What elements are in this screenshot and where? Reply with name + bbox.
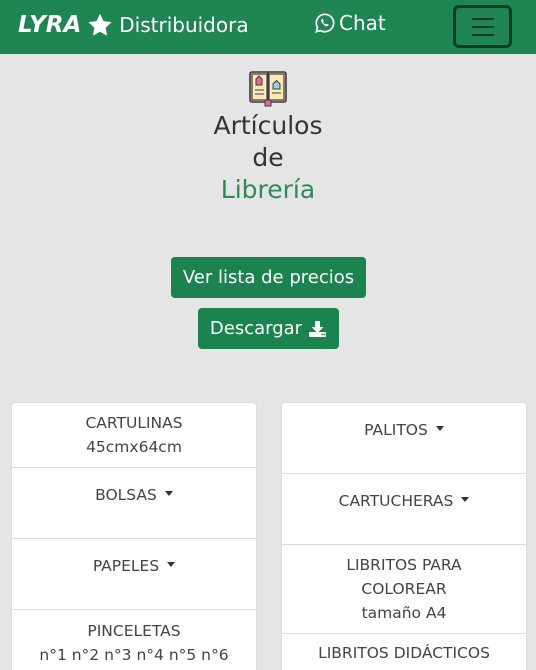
category-sublabel: n°1 n°2 n°3 n°4 n°5 n°6 — [39, 646, 229, 664]
book-icon — [247, 68, 289, 108]
hamburger-line — [471, 17, 494, 20]
category-dropdown-papeles[interactable]: PAPELES — [12, 539, 256, 610]
category-dropdown-bolsas[interactable]: BOLSAS — [12, 468, 256, 539]
page-title-line1: Artículos — [213, 111, 323, 140]
whatsapp-icon — [314, 12, 336, 34]
category-label: PALITOS — [364, 421, 428, 439]
download-label: Descargar — [209, 318, 303, 339]
category-label: CARTULINAS — [85, 414, 183, 432]
category-label: PINCELETAS — [87, 622, 181, 640]
caret-down-icon — [461, 497, 470, 502]
hamburger-line — [471, 33, 494, 36]
category-dropdown-cartucheras[interactable]: CARTUCHERAS — [282, 474, 526, 545]
category-list-left: CARTULINAS 45cmx64cm BOLSAS PAPELES PINC… — [11, 402, 257, 670]
page-title-line3: Librería — [220, 175, 316, 204]
category-item-libritos-colorear[interactable]: LIBRITOS PARA COLOREAR tamaño A4 — [282, 545, 526, 634]
star-icon — [86, 12, 114, 39]
category-dropdown-palitos[interactable]: PALITOS — [282, 403, 526, 474]
chat-label: Chat — [339, 11, 386, 35]
category-list-right: PALITOS CARTUCHERAS LIBRITOS PARA COLORE… — [281, 402, 527, 670]
category-label: LIBRITOS DIDÁCTICOS — [318, 644, 490, 662]
category-sublabel: 45cmx64cm — [86, 438, 182, 456]
chat-link[interactable]: Chat — [314, 11, 386, 35]
hamburger-menu-button[interactable] — [453, 5, 512, 48]
category-sublabel: tamaño A4 — [361, 604, 447, 622]
download-button[interactable]: Descargar — [198, 308, 339, 349]
category-item-libritos-didacticos[interactable]: LIBRITOS DIDÁCTICOS — [282, 634, 526, 670]
view-prices-label: Ver lista de precios — [182, 267, 355, 288]
category-label: LIBRITOS PARA — [346, 556, 462, 574]
category-item-cartulinas[interactable]: CARTULINAS 45cmx64cm — [12, 403, 256, 468]
caret-down-icon — [435, 426, 444, 431]
brand-logo: LYRA — [18, 12, 82, 38]
navbar: LYRA Distribuidora Chat — [0, 0, 536, 54]
caret-down-icon — [164, 491, 173, 496]
page-title-line2: de — [252, 143, 284, 172]
category-label: CARTUCHERAS — [338, 492, 454, 510]
category-item-pinceletas[interactable]: PINCELETAS n°1 n°2 n°3 n°4 n°5 n°6 — [12, 610, 256, 670]
category-label-line2: COLOREAR — [361, 580, 447, 598]
category-label: BOLSAS — [95, 486, 157, 504]
view-prices-button[interactable]: Ver lista de precios — [171, 257, 366, 298]
caret-down-icon — [167, 562, 176, 567]
download-icon — [308, 320, 327, 338]
category-label: PAPELES — [92, 557, 160, 575]
brand-link[interactable]: LYRA Distribuidora — [18, 9, 249, 41]
hamburger-line — [471, 25, 494, 28]
brand-name: Distribuidora — [119, 13, 249, 37]
